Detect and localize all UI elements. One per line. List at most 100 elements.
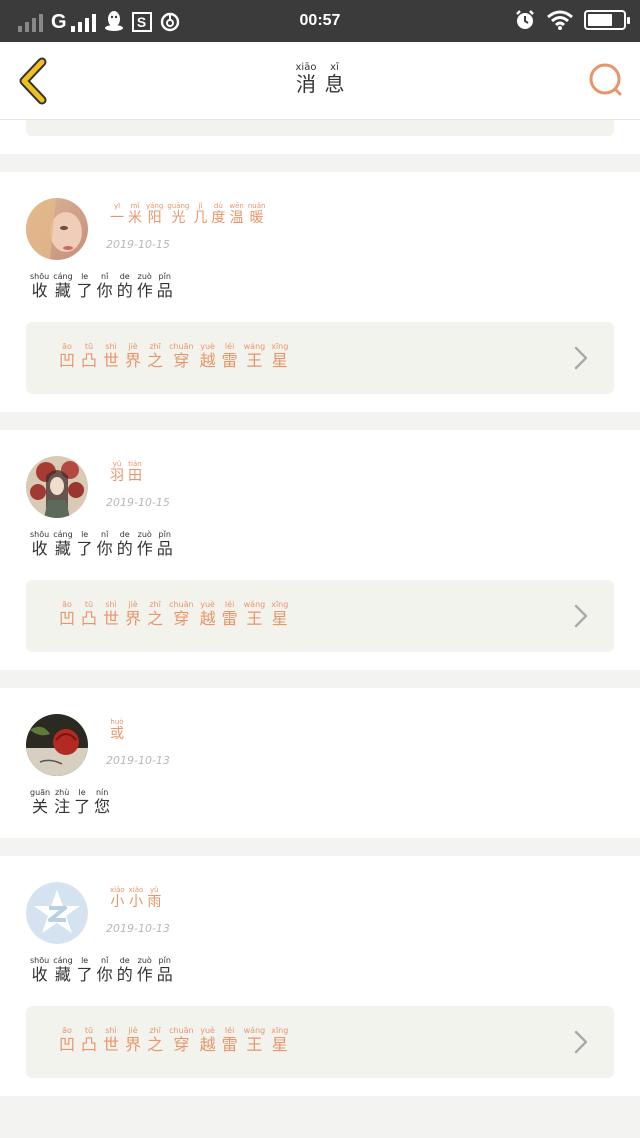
ruby-pinyin: zuò — [136, 956, 153, 965]
ruby-base: 藏 — [53, 281, 73, 300]
ruby-pinyin: āo — [59, 600, 76, 609]
user-name[interactable]: 羽yǔ 田tián — [108, 460, 144, 485]
ruby-char: 雷léi — [221, 1026, 238, 1054]
work-card[interactable]: 凹āo凸tū世shì界jiè之zhī穿chuān越yuè雷léi王wáng星xī… — [26, 1006, 614, 1078]
ruby-char: 凸tū — [81, 342, 97, 370]
ruby-pinyin: zuò — [136, 272, 153, 281]
work-title: 凹āo凸tū世shì界jiè之zhī穿chuān越yuè雷léi王wáng星xī… — [56, 1026, 291, 1055]
message-item: 羽yǔ 田tián 2019-10-15 收shōu藏cáng了le你nǐ的de作… — [0, 430, 640, 670]
ruby-pinyin: de — [116, 956, 133, 965]
ruby-pinyin: xī — [324, 62, 345, 73]
ruby-pinyin: le — [76, 956, 93, 965]
ruby-base: 穿 — [169, 351, 194, 370]
ruby-base: 你 — [96, 281, 113, 300]
battery-icon — [584, 10, 630, 30]
ruby-char: 穿chuān — [169, 342, 194, 370]
ruby-base: 凸 — [81, 1035, 98, 1054]
ruby-char: 的de — [116, 530, 133, 558]
ruby-pinyin: wáng — [243, 1026, 266, 1035]
user-name[interactable]: 小xiǎo小xiǎo雨yǔ — [108, 886, 163, 911]
message-item: 一yī 米mǐ 阳yáng光guāng几jǐ度dù温wēn暖nuǎn 2019-10… — [0, 172, 640, 412]
ruby-base: 世 — [103, 1035, 120, 1054]
user-avatar[interactable] — [26, 456, 88, 518]
ruby-char: 您nín — [94, 788, 111, 816]
message-date: 2019-10-13 — [106, 922, 170, 935]
ruby-char: 王wáng — [244, 1026, 266, 1054]
ruby-pinyin: tū — [81, 342, 98, 351]
ruby-pinyin: guāng — [167, 202, 190, 210]
ruby-base: 羽 — [110, 468, 124, 484]
ruby-base: 了 — [76, 965, 93, 984]
ruby-char: 了le — [77, 530, 93, 558]
ruby-base: 雷 — [221, 1035, 238, 1054]
ruby-pinyin: tū — [81, 1026, 98, 1035]
status-bar: G S 00:57 — [0, 0, 640, 42]
ruby-char: 息xī — [324, 62, 345, 96]
ruby-pinyin: shōu — [30, 272, 50, 281]
ruby-char: 品pǐn — [157, 272, 173, 300]
ruby-pinyin: yuè — [199, 600, 216, 609]
ruby-char: 的de — [116, 272, 133, 300]
ruby-pinyin: yǔ — [110, 460, 124, 468]
ruby-char: 一yī — [110, 202, 124, 226]
ruby-base: 小 — [110, 894, 125, 910]
ruby-base: 雷 — [221, 351, 238, 370]
work-card[interactable]: 凹āo凸tū世shì界jiè之zhī穿chuān越yuè雷léi王wáng星xī… — [26, 580, 614, 652]
user-avatar[interactable] — [26, 198, 88, 260]
ruby-pinyin: zhī — [147, 600, 164, 609]
ruby-base: 收 — [30, 965, 50, 984]
ruby-char: 越yuè — [200, 1026, 216, 1054]
ruby-pinyin: pǐn — [156, 272, 173, 281]
ruby-pinyin: pǐn — [156, 956, 173, 965]
ruby-base: 作 — [136, 539, 153, 558]
ruby-pinyin: xiǎo — [128, 886, 144, 894]
ruby-base: 的 — [116, 539, 133, 558]
ruby-char: 藏cáng — [53, 272, 73, 300]
user-name[interactable]: 或huò — [108, 718, 126, 743]
ruby-pinyin: xiāo — [295, 62, 317, 73]
ruby-char: 或huò — [110, 718, 124, 742]
ruby-char: 光guāng — [167, 202, 189, 226]
ruby-pinyin: shì — [103, 600, 120, 609]
ruby-pinyin: jiè — [125, 1026, 142, 1035]
ruby-base: 之 — [147, 1035, 164, 1054]
ruby-char: 田tián — [128, 460, 142, 484]
ruby-base: 收 — [30, 281, 50, 300]
ruby-base: 的 — [116, 281, 133, 300]
message-list[interactable]: 一yī 米mǐ 阳yáng光guāng几jǐ度dù温wēn暖nuǎn 2019-10… — [0, 120, 640, 1114]
ruby-pinyin: shōu — [30, 956, 50, 965]
ruby-char: 消xiāo — [295, 62, 317, 96]
ruby-base: 小 — [128, 894, 144, 910]
ruby-char: 世shì — [103, 342, 119, 370]
work-title: 凹āo凸tū世shì界jiè之zhī穿chuān越yuè雷léi王wáng星xī… — [56, 342, 291, 371]
ruby-base: 一 — [110, 210, 124, 226]
ruby-char: 凹āo — [59, 342, 75, 370]
user-avatar[interactable] — [26, 714, 88, 776]
ruby-base: 您 — [94, 797, 111, 816]
ruby-base: 田 — [128, 468, 142, 484]
ruby-pinyin: léi — [221, 342, 238, 351]
search-icon[interactable] — [586, 60, 626, 100]
ruby-base: 凹 — [59, 1035, 76, 1054]
previous-work-card-tail — [26, 120, 614, 136]
ruby-pinyin: le — [76, 530, 93, 539]
ruby-char: 星xīng — [271, 342, 288, 370]
user-avatar[interactable] — [26, 882, 88, 944]
ruby-char: 界jiè — [125, 1026, 141, 1054]
ruby-char: 藏cáng — [53, 956, 73, 984]
ruby-base: 藏 — [53, 965, 73, 984]
ruby-pinyin: mǐ — [128, 202, 142, 210]
ruby-base: 穿 — [169, 609, 194, 628]
ruby-pinyin: cáng — [53, 956, 73, 965]
ruby-base: 雨 — [147, 894, 162, 910]
user-name[interactable]: 一yī 米mǐ 阳yáng光guāng几jǐ度dù温wēn暖nuǎn — [108, 202, 267, 227]
ruby-pinyin: chuān — [169, 600, 194, 609]
chevron-right-icon — [574, 346, 588, 370]
ruby-pinyin: yuè — [199, 342, 216, 351]
ruby-base: 越 — [199, 351, 216, 370]
work-card[interactable]: 凹āo凸tū世shì界jiè之zhī穿chuān越yuè雷léi王wáng星xī… — [26, 322, 614, 394]
ruby-char: 品pǐn — [157, 956, 173, 984]
ruby-pinyin: nǐ — [96, 530, 113, 539]
ruby-base: 息 — [324, 72, 345, 96]
ruby-base: 消 — [295, 72, 317, 96]
